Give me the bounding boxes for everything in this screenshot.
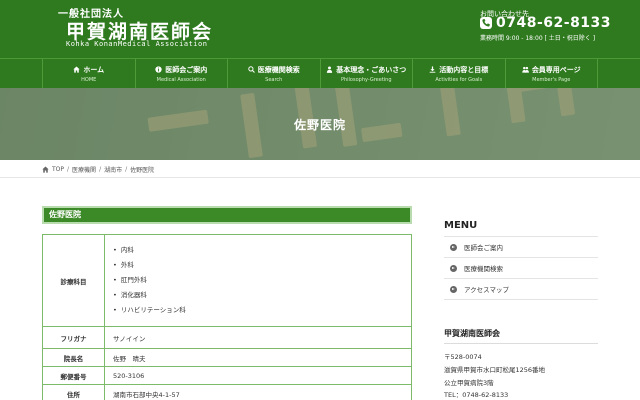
nav-item-members[interactable]: 会員専用ページ Member's Page [504,59,598,89]
nav-sublabel: Activities for Goals [435,77,483,83]
search-icon [248,66,255,73]
phone-number[interactable]: 0748-62-8133 [496,15,611,31]
sidebar-item-access-map[interactable]: アクセスマップ [444,279,598,300]
clinic-detail-table: 診療科目 内科 外科 肛門外科 消化器科 リハビリテーション科 フリガナ サノイ… [42,234,412,400]
row-label: フリガナ [42,326,105,349]
page-title: 佐野医院 [293,118,346,132]
sidebar-item-label: アクセスマップ [464,286,509,294]
sidebar-item-label: 医師会ご案内 [464,244,503,252]
nav-label: 会員専用ページ [531,66,581,74]
org-phone[interactable]: TEL：0748-62-8133 [444,389,508,399]
list-item: 内科 [113,243,411,258]
list-item: 肛門外科 [113,273,411,288]
breadcrumb-divider [0,177,640,178]
arrow-right-icon [450,285,457,293]
breadcrumb-separator: / [125,165,128,173]
clinic-name-heading: 佐野医院 [42,206,412,224]
sidebar-item-label: 医療機関検索 [464,265,503,273]
table-row: フリガナ サノイイン [42,326,412,349]
table-row: 住所 湖南市石部中央4-1-57 [42,384,412,400]
phone-icon [480,17,492,29]
arrow-right-icon [450,243,457,251]
business-hours: 業務時間 9:00 - 18:00 [ 土日・祝日除く ] [480,35,596,42]
nav-sublabel: HOME [81,77,97,83]
departments-cell: 内科 外科 肛門外科 消化器科 リハビリテーション科 [104,234,412,327]
list-item: 消化器科 [113,288,411,303]
sidebar-menu-title: MENU [444,220,478,231]
breadcrumb: TOP / 医療機関 / 湖南市 / 佐野医院 [42,164,154,174]
nav-label: 基本理念・ごあいさつ [336,66,407,74]
breadcrumb-top[interactable]: TOP [52,166,64,173]
breadcrumb-city[interactable]: 湖南市 [104,165,122,174]
nav-label: 医療機関検索 [257,66,300,74]
site-logo-english: Kohka KonanMedical Association [66,40,208,48]
nav-label: 活動内容と目標 [439,66,489,74]
sidebar-item-association[interactable]: 医師会ご案内 [444,237,598,258]
nav-sublabel: Philosophy-Greeting [340,77,392,83]
nav-item-search[interactable]: 医療機関検索 Search [227,59,320,89]
download-icon [429,66,436,73]
departments-label: 診療科目 [42,234,105,327]
nav-item-home[interactable]: ホーム HOME [42,59,135,89]
nav-label: ホーム [83,66,105,74]
page-hero: 佐野医院 [0,88,640,160]
row-label: 院長名 [42,348,105,367]
site-header: 一般社団法人 甲賀湖南医師会 Kohka KonanMedical Associ… [0,0,640,58]
list-item: リハビリテーション科 [113,303,411,318]
sidebar-org-title: 甲賀湖南医師会 [444,329,500,338]
sidebar-divider [444,343,598,344]
info-icon [155,66,162,73]
nav-label: 医師会ご案内 [165,66,208,74]
row-value: 湖南市石部中央4-1-57 [104,384,412,400]
sidebar-menu: 医師会ご案内 医療機関検索 アクセスマップ [444,236,598,300]
members-icon [522,66,529,73]
row-value: 520-3106 [104,366,412,385]
global-nav: ホーム HOME 医師会ご案内 Medical Association 医療機関… [0,58,640,89]
nav-sublabel: Medical Association [156,77,206,83]
home-icon [42,165,49,173]
table-row: 診療科目 内科 外科 肛門外科 消化器科 リハビリテーション科 [42,234,412,327]
nav-sublabel: Member's Page [532,77,571,83]
row-label: 住所 [42,384,105,400]
list-item: 外科 [113,258,411,273]
arrow-right-icon [450,264,457,272]
home-icon [73,66,80,73]
departments-list: 内科 外科 肛門外科 消化器科 リハビリテーション科 [113,237,411,324]
table-row: 郵便番号 520-3106 [42,366,412,385]
row-value: サノイイン [104,326,412,349]
table-row: 院長名 佐野 晴夫 [42,348,412,367]
breadcrumb-medical-institutions[interactable]: 医療機関 [72,165,96,174]
nav-item-activities[interactable]: 活動内容と目標 Activities for Goals [412,59,505,89]
org-address: 滋賀県甲賀市水口町松尾1256番地 [444,366,546,374]
sidebar-item-search[interactable]: 医療機関検索 [444,258,598,279]
nav-sublabel: Search [265,77,283,83]
nav-item-philosophy[interactable]: 基本理念・ごあいさつ Philosophy-Greeting [319,59,413,89]
org-postal-code: 〒528-0074 [444,353,482,361]
org-building: 公立甲賀病院3階 [444,379,494,387]
nav-item-association[interactable]: 医師会ご案内 Medical Association [134,59,228,89]
breadcrumb-separator: / [99,165,102,173]
breadcrumb-separator: / [67,165,70,173]
row-label: 郵便番号 [42,366,105,385]
breadcrumb-current: 佐野医院 [130,166,155,174]
person-icon [327,66,333,73]
row-value: 佐野 晴夫 [104,348,412,367]
